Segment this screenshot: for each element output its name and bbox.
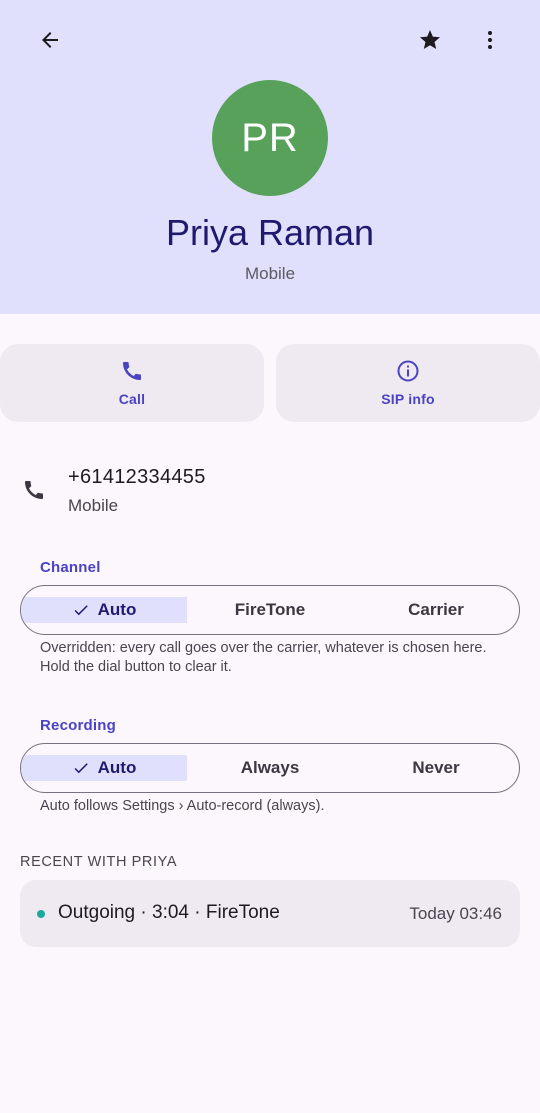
sip-info-button[interactable]: SIP info [276, 344, 540, 422]
recent-call-description: Outgoing · 3:04 · FireTone [58, 902, 280, 923]
check-icon [72, 601, 90, 619]
channel-option-label: FireTone [234, 600, 306, 619]
channel-option-carrier[interactable]: Carrier [353, 586, 519, 634]
avatar: PR [212, 80, 328, 196]
call-label: Call [118, 391, 146, 407]
back-button[interactable] [30, 20, 70, 60]
sip-info-label: SIP info [381, 391, 435, 407]
phone-icon [25, 481, 43, 499]
recording-option-never[interactable]: Never [353, 744, 519, 792]
phone-number-row[interactable]: +61412334455 Mobile [0, 460, 540, 524]
recording-help-text: Auto follows Settings › Auto-record (alw… [40, 798, 325, 814]
call-button[interactable]: Call [0, 344, 264, 422]
recent-call-item[interactable]: Outgoing · 3:04 · FireTone Today 03:46 [20, 880, 520, 947]
contact-header: PR Priya Raman Mobile [0, 0, 540, 314]
avatar-initials: PR [241, 115, 299, 160]
recording-label: Recording [40, 717, 116, 734]
phone-number: +61412334455 [68, 466, 206, 488]
channel-help-text: Overridden: every call goes over the car… [40, 640, 487, 675]
arrow-back-icon [42, 32, 58, 48]
recording-option-auto[interactable]: Auto [21, 755, 187, 781]
channel-option-auto[interactable]: Auto [21, 597, 187, 623]
star-icon [420, 30, 440, 49]
recording-selector: Auto Always Never [20, 743, 520, 793]
favorite-button[interactable] [410, 20, 450, 60]
contact-type: Mobile [244, 264, 296, 283]
channel-option-label: Carrier [408, 600, 464, 619]
contact-name: Priya Raman [165, 212, 375, 253]
channel-option-label: Auto [97, 600, 137, 619]
phone-type: Mobile [68, 496, 119, 515]
recent-section-title: RECENT WITH PRIYA [20, 854, 178, 870]
info-icon [397, 360, 419, 382]
channel-label: Channel [40, 559, 101, 576]
recent-call-time: Today 03:46 [409, 904, 502, 923]
recording-option-label: Always [240, 758, 300, 777]
recording-option-label: Auto [97, 758, 137, 777]
status-dot [37, 910, 45, 918]
recording-option-always[interactable]: Always [187, 744, 353, 792]
recording-option-label: Never [412, 758, 460, 777]
check-icon [72, 759, 90, 777]
channel-selector: Auto FireTone Carrier [20, 585, 520, 635]
more-options-button[interactable] [470, 20, 510, 60]
phone-icon [123, 362, 141, 380]
channel-option-firetone[interactable]: FireTone [187, 586, 353, 634]
more-vert-icon [488, 31, 492, 49]
